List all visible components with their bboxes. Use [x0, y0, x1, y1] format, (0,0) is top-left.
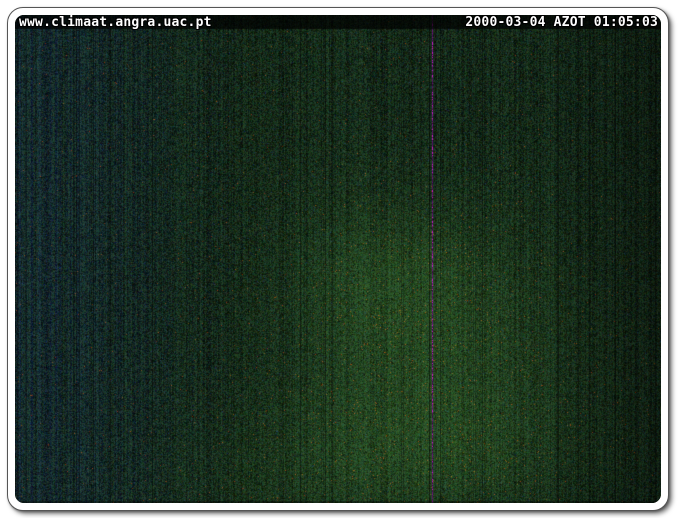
webcam-image: www.climaat.angra.uac.pt 2000-03-04 AZOT…	[15, 15, 661, 503]
webcam-noise-canvas	[15, 15, 661, 503]
overlay-timestamp-text: 2000-03-04 AZOT 01:05:03	[465, 16, 658, 30]
overlay-url-text: www.climaat.angra.uac.pt	[19, 16, 212, 30]
photo-frame: www.climaat.angra.uac.pt 2000-03-04 AZOT…	[7, 7, 669, 511]
